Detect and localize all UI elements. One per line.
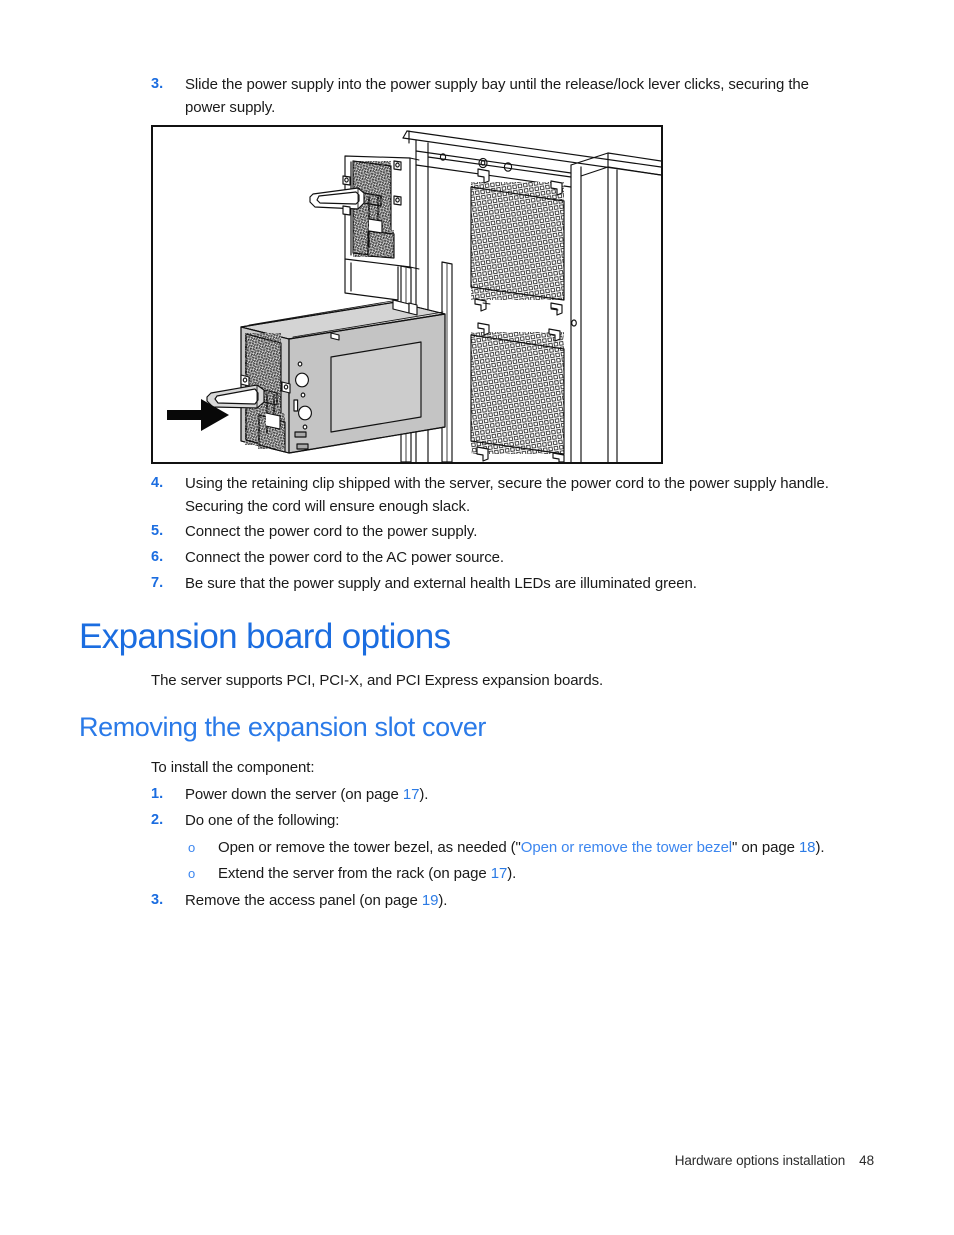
lower-vent-grille [470,322,565,462]
chassis-screw [571,319,577,327]
list-item: 1. Power down the server (on page 17). [151,783,871,806]
diagram-svg [167,130,661,462]
sub-list-item-text: Extend the server from the rack (on page… [218,862,516,885]
list-item-text: Connect the power cord to the power supp… [185,523,478,540]
chassis-rail [415,150,572,188]
bullet-text-suffix: ). [815,839,825,856]
sub-list-item: o Open or remove the tower bezel, as nee… [188,836,918,859]
power-supply-installation-diagram [151,125,663,464]
list-item: 6. Connect the power cord to the AC powe… [151,546,871,569]
subsection-intro: To install the component: [151,759,315,776]
page-link[interactable]: 19 [422,892,439,909]
list-marker: 1. [151,786,164,802]
page-link[interactable]: 17 [491,865,508,882]
list-bullet: o [188,866,196,881]
section-intro: The server supports PCI, PCI-X, and PCI … [151,672,604,689]
footer-title: Hardware options installation [674,1153,846,1168]
section-heading: Removing the expansion slot cover [79,712,487,742]
cross-reference-link[interactable]: Open or remove the tower bezel [521,839,732,856]
list-bullet: o [188,840,196,855]
list-marker: 7. [151,575,164,591]
bullet-text-mid: " on page [732,839,799,856]
page-link[interactable]: 17 [403,786,420,803]
list-item: 4. Using the retaining clip shipped with… [151,472,871,518]
step-text-prefix: Remove the access panel (on page [185,892,422,909]
step-text-prefix: Power down the server (on page [185,786,403,803]
bullet-text-prefix: Open or remove the tower bezel, as neede… [218,839,521,856]
label-panel [330,341,422,433]
list-item-text: Do one of the following: [185,812,340,829]
document-page: 3. Slide the power supply into the power… [0,0,954,1235]
page-title: Expansion board options [79,617,451,656]
list-item: 5. Connect the power cord to the power s… [151,520,871,543]
step-text-suffix: ). [419,786,429,803]
page-footer: Hardware options installation 48 [0,1153,874,1168]
list-item-text: Be sure that the power supply and extern… [185,575,697,592]
list-item-text: Slide the power supply into the power su… [185,76,809,116]
power-supply-led-1 [295,372,309,388]
list-item-text: Connect the power cord to the AC power s… [185,549,504,566]
list-item: 3. Slide the power supply into the power… [151,73,851,119]
list-marker: 2. [151,812,164,828]
upper-vent-grille [470,168,565,316]
bullet-text-prefix: Extend the server from the rack (on page [218,865,491,882]
power-supply-led-2 [298,405,312,421]
list-marker: 6. [151,549,164,565]
list-item-text: Using the retaining clip shipped with th… [185,475,829,515]
sub-list-item: o Extend the server from the rack (on pa… [188,862,918,885]
list-item: 2. Do one of the following: [151,809,871,832]
bullet-text-suffix: ). [507,865,517,882]
list-marker: 4. [151,475,164,491]
list-item: 7. Be sure that the power supply and ext… [151,572,871,595]
list-marker: 3. [151,76,164,92]
footer-page-number: 48 [859,1153,874,1168]
power-supply-module [206,299,446,454]
list-item-text: Remove the access panel (on page 19). [185,889,447,912]
step-text-suffix: ). [438,892,448,909]
list-item: 3. Remove the access panel (on page 19). [151,889,871,912]
page-link[interactable]: 18 [799,839,816,856]
list-marker: 5. [151,523,164,539]
list-item-text: Power down the server (on page 17). [185,783,428,806]
list-marker: 3. [151,892,164,908]
sub-list-item-text: Open or remove the tower bezel, as neede… [218,836,825,859]
